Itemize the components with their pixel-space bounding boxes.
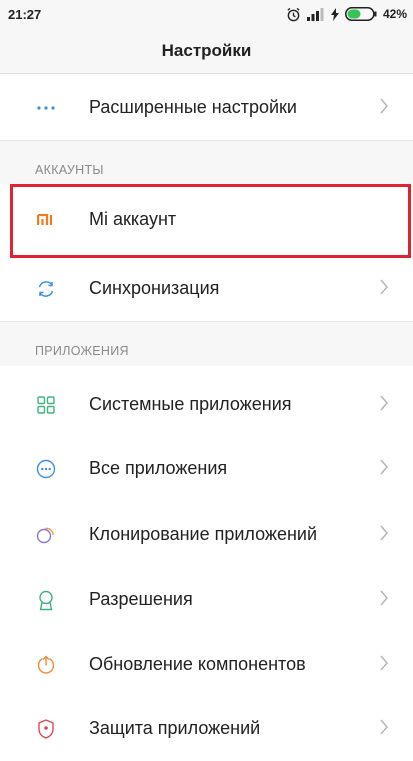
lock-icon [35, 718, 57, 740]
settings-item-label: Защита приложений [89, 718, 261, 738]
battery-icon [345, 7, 377, 21]
settings-item-label: Разрешения [89, 589, 193, 609]
status-time: 21:27 [8, 7, 42, 22]
settings-item-sync[interactable]: Синхронизация [0, 257, 413, 321]
chevron-right-icon [380, 590, 388, 606]
chevron-right-icon [380, 98, 388, 114]
clone-icon [35, 524, 57, 546]
settings-item-label: Все приложения [89, 458, 228, 478]
alarm-icon [287, 7, 300, 21]
settings-item-label: Расширенные настройки [89, 97, 297, 117]
status-icons: 42% [286, 5, 407, 23]
chevron-right-icon [380, 459, 388, 475]
charging-icon [330, 7, 339, 21]
settings-item-clone-apps[interactable]: Клонирование приложений [0, 503, 413, 567]
settings-item-permissions[interactable]: Разрешения [0, 568, 413, 632]
battery-percent: 42% [382, 7, 407, 21]
signal-icon [306, 7, 324, 21]
grid-icon [35, 394, 57, 416]
more-dots-icon [35, 97, 57, 119]
settings-item-all-apps[interactable]: Все приложения [0, 437, 413, 501]
settings-item-app-protection[interactable]: Защита приложений [0, 697, 413, 761]
section-apps: ПРИЛОЖЕНИЯ [0, 321, 413, 366]
update-icon [35, 654, 57, 676]
settings-item-advanced[interactable]: Расширенные настройки [0, 76, 413, 140]
settings-item-updates[interactable]: Обновление компонентов [0, 633, 413, 697]
chevron-right-icon [380, 279, 388, 295]
chevron-right-icon [380, 395, 388, 411]
header: Настройки [0, 28, 413, 74]
page-title: Настройки [161, 41, 252, 60]
settings-item-label: Синхронизация [89, 278, 220, 298]
section-accounts: АККАУНТЫ [0, 140, 413, 184]
sync-icon [35, 278, 57, 300]
chevron-right-icon [380, 655, 388, 671]
settings-item-label: Обновление компонентов [89, 654, 306, 674]
status-bar: 21:27 42% [0, 0, 413, 28]
chevron-right-icon [380, 525, 388, 541]
apps-dots-icon [35, 458, 57, 480]
settings-item-label: Системные приложения [89, 394, 292, 414]
highlight-frame [10, 184, 411, 258]
section-title-accounts: АККАУНТЫ [35, 163, 104, 177]
settings-item-label: Клонирование приложений [89, 524, 318, 544]
permissions-icon [35, 589, 57, 611]
chevron-right-icon [380, 719, 388, 735]
section-title-apps: ПРИЛОЖЕНИЯ [35, 344, 129, 358]
settings-item-system-apps[interactable]: Системные приложения [0, 373, 413, 437]
